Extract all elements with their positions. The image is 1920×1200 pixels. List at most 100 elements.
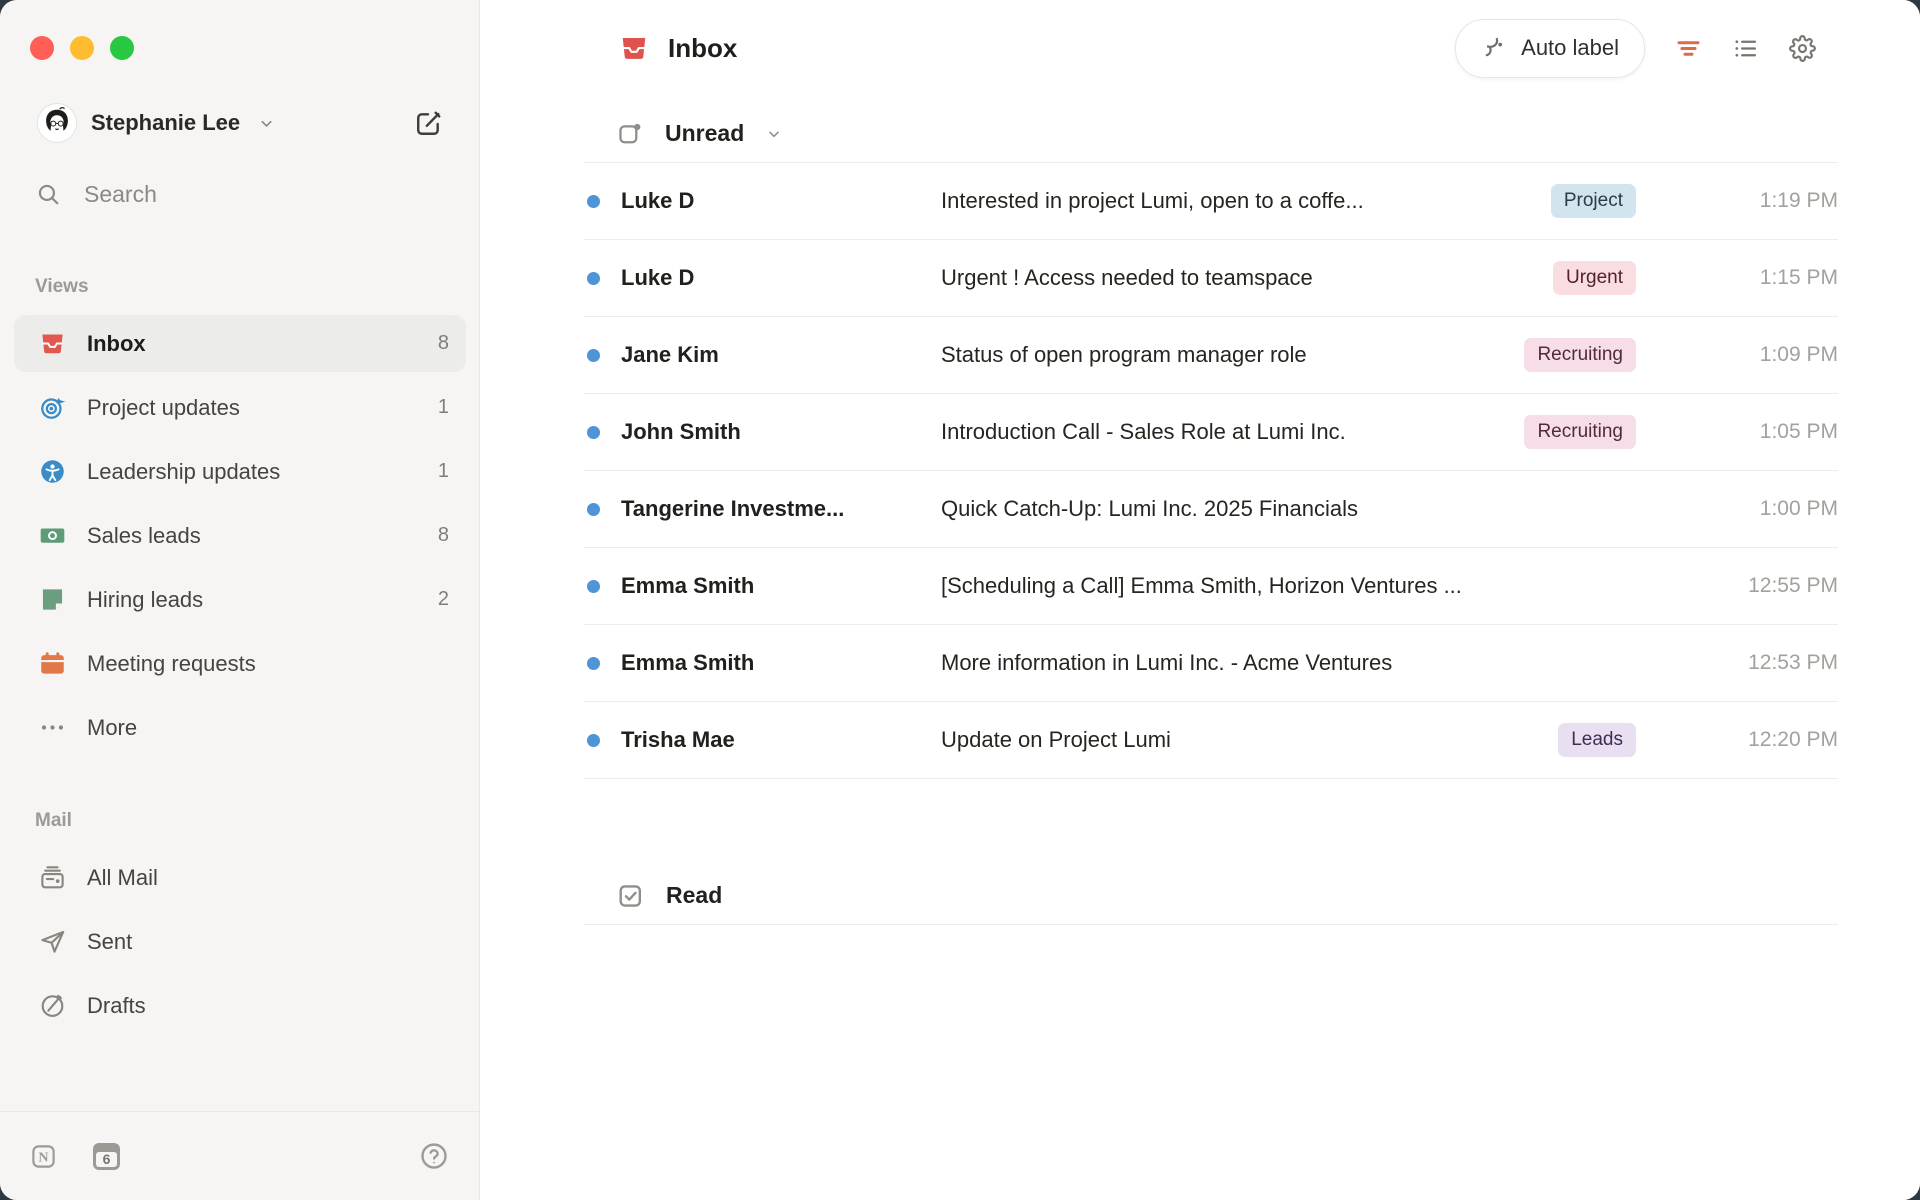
email-sender: Luke D xyxy=(621,188,941,214)
sidebar: Stephanie Lee Search Views Inbox 8 Project … xyxy=(0,0,480,1200)
money-icon xyxy=(39,522,66,549)
email-row[interactable]: Luke D Interested in project Lumi, open … xyxy=(584,163,1838,240)
unread-section-label: Unread xyxy=(665,120,744,147)
inbox-icon xyxy=(619,33,649,63)
app-window: Stephanie Lee Search Views Inbox 8 Project … xyxy=(0,0,1920,1200)
notion-logo-icon[interactable]: N xyxy=(30,1143,57,1170)
sidebar-item-label: Drafts xyxy=(87,993,449,1019)
more-icon xyxy=(39,714,66,741)
email-sender: Emma Smith xyxy=(621,650,941,676)
email-subject: Quick Catch-Up: Lumi Inc. 2025 Financial… xyxy=(941,496,1636,522)
email-row[interactable]: Emma Smith More information in Lumi Inc.… xyxy=(584,625,1838,702)
sidebar-item-more[interactable]: More xyxy=(14,699,466,756)
chevron-down-icon xyxy=(766,126,782,142)
email-subject: Introduction Call - Sales Role at Lumi I… xyxy=(941,419,1524,445)
sidebar-item-label: Sent xyxy=(87,929,449,955)
email-label-badge: Recruiting xyxy=(1524,338,1636,372)
sidebar-item-drafts[interactable]: Drafts xyxy=(14,977,466,1034)
email-row[interactable]: John Smith Introduction Call - Sales Rol… xyxy=(584,394,1838,471)
list-view-button[interactable] xyxy=(1732,35,1759,62)
search-button[interactable]: Search xyxy=(36,181,157,208)
email-subject: Status of open program manager role xyxy=(941,342,1524,368)
unread-section-header[interactable]: Unread xyxy=(617,109,1816,158)
settings-button[interactable] xyxy=(1789,35,1816,62)
auto-label-icon xyxy=(1481,35,1507,61)
unread-dot-icon xyxy=(587,657,600,670)
minimize-button[interactable] xyxy=(70,36,94,60)
note-icon xyxy=(39,586,66,613)
auto-label-button[interactable]: Auto label xyxy=(1455,19,1645,78)
avatar xyxy=(38,104,76,142)
main-header: Inbox Auto label xyxy=(619,19,1816,77)
email-time: 1:19 PM xyxy=(1706,189,1838,213)
email-row[interactable]: Luke D Urgent ! Access needed to teamspa… xyxy=(584,240,1838,317)
zoom-button[interactable] xyxy=(110,36,134,60)
sidebar-item-sent[interactable]: Sent xyxy=(14,913,466,970)
email-time: 1:00 PM xyxy=(1706,497,1838,521)
calendar-day: 6 xyxy=(96,1152,117,1167)
unread-dot-icon xyxy=(587,426,600,439)
profile-menu[interactable]: Stephanie Lee xyxy=(38,104,443,142)
email-row[interactable]: Jane Kim Status of open program manager … xyxy=(584,317,1838,394)
person-circle-icon xyxy=(39,458,66,485)
unread-dot-icon xyxy=(587,503,600,516)
sidebar-item-label: Hiring leads xyxy=(87,587,417,613)
sidebar-item-label: More xyxy=(87,715,449,741)
email-sender: John Smith xyxy=(621,419,941,445)
email-sender: Tangerine Investme... xyxy=(621,496,941,522)
help-button[interactable] xyxy=(419,1141,449,1171)
sidebar-item-label: Inbox xyxy=(87,331,417,357)
all-mail-icon xyxy=(39,864,66,891)
sidebar-item-all-mail[interactable]: All Mail xyxy=(14,849,466,906)
read-section-header[interactable]: Read xyxy=(584,866,1838,925)
read-section-label: Read xyxy=(666,882,722,909)
email-subject: Urgent ! Access needed to teamspace xyxy=(941,265,1553,291)
search-icon xyxy=(36,182,61,207)
sent-icon xyxy=(39,928,66,955)
sidebar-item-count: 1 xyxy=(438,460,449,483)
page-title: Inbox xyxy=(668,33,737,64)
email-subject: Interested in project Lumi, open to a co… xyxy=(941,188,1551,214)
email-row[interactable]: Emma Smith [Scheduling a Call] Emma Smit… xyxy=(584,548,1838,625)
email-sender: Trisha Mae xyxy=(621,727,941,753)
sidebar-item-hiring-leads[interactable]: Hiring leads 2 xyxy=(14,571,466,628)
chevron-down-icon xyxy=(258,115,275,132)
sidebar-nav: Views Inbox 8 Project updates1 Leadership up… xyxy=(14,276,466,1041)
main-pane: Inbox Auto label Unread Luke D Intereste… xyxy=(480,0,1920,1200)
sidebar-item-meeting-requests[interactable]: Meeting requests xyxy=(14,635,466,692)
sidebar-item-project-updates[interactable]: Project updates1 xyxy=(14,379,466,436)
email-time: 1:15 PM xyxy=(1706,266,1838,290)
email-label-badge: Recruiting xyxy=(1524,415,1636,449)
email-sender: Emma Smith xyxy=(621,573,941,599)
inbox-icon xyxy=(39,330,66,357)
search-label: Search xyxy=(84,181,157,208)
email-label-badge: Urgent xyxy=(1553,261,1636,295)
email-time: 12:55 PM xyxy=(1706,574,1838,598)
filter-button[interactable] xyxy=(1675,35,1702,62)
read-checkbox-icon xyxy=(617,882,644,909)
email-list: Luke D Interested in project Lumi, open … xyxy=(584,162,1838,779)
email-row[interactable]: Tangerine Investme... Quick Catch-Up: Lu… xyxy=(584,471,1838,548)
section-label: Views xyxy=(14,276,466,298)
sidebar-item-count: 1 xyxy=(438,396,449,419)
compose-button[interactable] xyxy=(414,109,443,138)
sidebar-item-label: Meeting requests xyxy=(87,651,449,677)
sidebar-item-sales-leads[interactable]: Sales leads8 xyxy=(14,507,466,564)
unread-dot-icon xyxy=(587,272,600,285)
sidebar-item-inbox[interactable]: Inbox 8 xyxy=(14,315,466,372)
sidebar-item-leadership-updates[interactable]: Leadership updates 1 xyxy=(14,443,466,500)
calendar-date-icon[interactable]: 6 xyxy=(93,1143,120,1170)
email-time: 12:53 PM xyxy=(1706,651,1838,675)
nav-section-views: Views Inbox 8 Project updates1 Leadership up… xyxy=(14,276,466,756)
email-row[interactable]: Trisha Mae Update on Project Lumi Leads … xyxy=(584,702,1838,779)
email-sender: Luke D xyxy=(621,265,941,291)
unread-dot-icon xyxy=(587,349,600,362)
sidebar-item-label: Leadership updates xyxy=(87,459,417,485)
sidebar-item-count: 2 xyxy=(438,588,449,611)
section-label: Mail xyxy=(14,810,466,832)
email-label-badge: Leads xyxy=(1558,723,1636,757)
close-button[interactable] xyxy=(30,36,54,60)
sidebar-item-label: Sales leads xyxy=(87,523,417,549)
sidebar-item-count: 8 xyxy=(438,332,449,355)
window-controls xyxy=(30,36,134,60)
